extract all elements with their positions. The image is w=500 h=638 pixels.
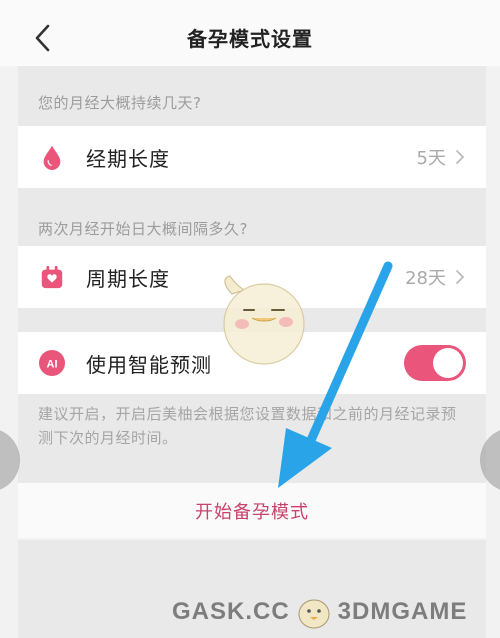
smart-predict-toggle[interactable] bbox=[404, 345, 466, 381]
previous-page-arrow[interactable] bbox=[0, 428, 20, 492]
chevron-right-icon bbox=[456, 150, 465, 164]
app-header: 备孕模式设置 bbox=[0, 0, 500, 66]
period-length-row[interactable]: 经期长度 5天 bbox=[18, 126, 486, 188]
watermark-right: 3DMGAME bbox=[337, 598, 468, 625]
cycle-hint: 两次月经开始日大概间隔多久? bbox=[38, 220, 248, 238]
page-title: 备孕模式设置 bbox=[187, 27, 313, 51]
ai-icon-text: AI bbox=[47, 359, 58, 371]
period-length-value: 5天 bbox=[416, 148, 446, 169]
chevron-right-icon bbox=[456, 270, 465, 284]
cycle-length-value: 28天 bbox=[405, 268, 446, 289]
droplet-icon bbox=[38, 143, 66, 171]
toggle-knob bbox=[433, 348, 463, 378]
watermark: GASK.CC 3DMGAME bbox=[172, 592, 492, 632]
calendar-icon bbox=[38, 263, 66, 291]
blue-arrow-overlay-icon bbox=[278, 261, 393, 488]
start-fertility-mode-button[interactable]: 开始备孕模式 bbox=[18, 483, 486, 538]
period-hint: 您的月经大概持续几天? bbox=[38, 94, 202, 112]
watermark-left: GASK.CC bbox=[172, 598, 290, 625]
period-length-label: 经期长度 bbox=[86, 146, 170, 171]
watermark-bird-icon bbox=[298, 599, 330, 629]
ai-icon: AI bbox=[38, 349, 66, 377]
